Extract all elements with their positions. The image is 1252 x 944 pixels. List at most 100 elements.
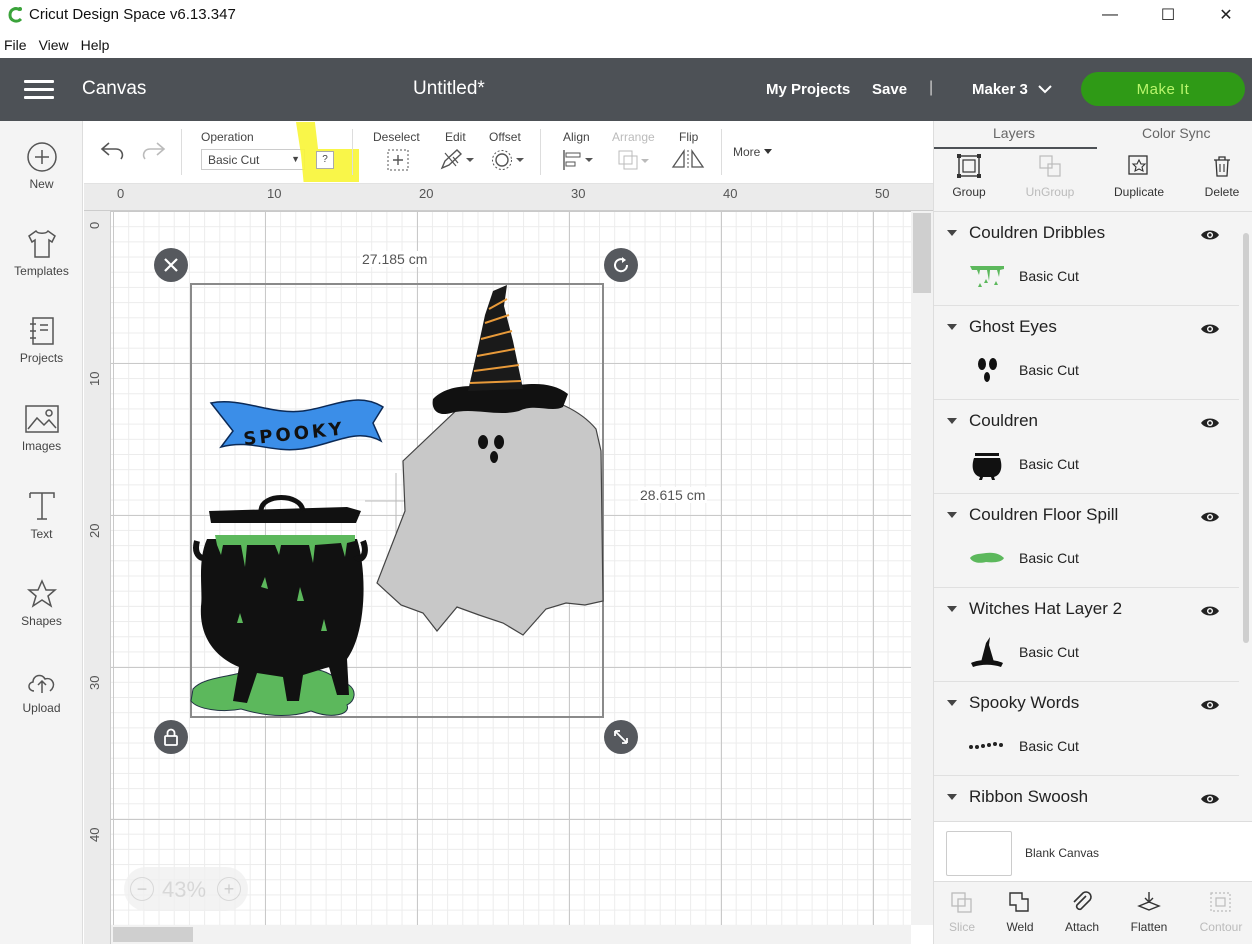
section-title: Canvas: [82, 78, 147, 99]
tab-layers[interactable]: Layers: [993, 125, 1035, 141]
save-button[interactable]: Save: [872, 81, 907, 98]
blank-canvas-row[interactable]: Blank Canvas: [934, 821, 1252, 881]
maximize-button[interactable]: ☐: [1138, 0, 1198, 30]
contour-button[interactable]: Contour: [1191, 890, 1251, 934]
slice-button[interactable]: Slice: [932, 890, 992, 934]
zoom-out-button[interactable]: −: [130, 877, 154, 901]
operation-value: Basic Cut: [208, 153, 260, 167]
couldren[interactable]: [193, 495, 368, 704]
sidebar-item-shapes[interactable]: Shapes: [0, 578, 83, 628]
ruler-tick-label: 30: [87, 675, 102, 690]
delete-button[interactable]: Delete: [1182, 153, 1252, 199]
tab-color-sync[interactable]: Color Sync: [1142, 125, 1210, 141]
machine-select[interactable]: Maker 3: [972, 81, 1028, 98]
eye-icon[interactable]: [1200, 792, 1220, 806]
layer-item[interactable]: Couldren Floor Spill Basic Cut: [934, 495, 1239, 588]
spooky-words-icon: [967, 728, 1007, 764]
weld-button[interactable]: Weld: [990, 890, 1050, 934]
sidebar-label-text: Text: [30, 527, 53, 541]
canvas-vertical-scrollbar[interactable]: [911, 211, 933, 925]
layer-operation: Basic Cut: [1019, 644, 1079, 660]
scrollbar-thumb[interactable]: [913, 213, 931, 293]
eye-icon[interactable]: [1200, 698, 1220, 712]
canvas-horizontal-scrollbar[interactable]: [111, 925, 911, 944]
ghost-eyes-icon: [967, 352, 1007, 388]
menu-view[interactable]: View: [36, 34, 72, 56]
offset-label: Offset: [489, 130, 521, 144]
caret-down-icon[interactable]: [763, 148, 773, 156]
more-button[interactable]: More: [733, 145, 760, 159]
redo-icon[interactable]: [139, 139, 167, 161]
collapse-triangle-icon[interactable]: [947, 606, 957, 612]
witches-hat[interactable]: [432, 285, 568, 415]
align-icon[interactable]: [561, 149, 595, 171]
edit-pencil-icon[interactable]: [439, 148, 475, 172]
couldren-floor-spill[interactable]: [190, 668, 355, 716]
eye-icon[interactable]: [1200, 510, 1220, 524]
collapse-triangle-icon[interactable]: [947, 700, 957, 706]
toolbar-divider: [352, 129, 353, 175]
flatten-icon: [1137, 892, 1161, 911]
arrange-icon[interactable]: [616, 148, 650, 172]
collapse-triangle-icon[interactable]: [947, 418, 957, 424]
undo-icon[interactable]: [99, 139, 127, 161]
layer-item[interactable]: Couldren Basic Cut: [934, 401, 1239, 494]
ungroup-button[interactable]: UnGroup: [1010, 153, 1090, 199]
menu-file[interactable]: File: [1, 34, 30, 56]
flatten-button[interactable]: Flatten: [1119, 890, 1179, 934]
layers-scrollbar[interactable]: [1239, 213, 1252, 821]
eye-icon[interactable]: [1200, 228, 1220, 242]
collapse-triangle-icon[interactable]: [947, 324, 957, 330]
zoom-in-button[interactable]: +: [217, 877, 241, 901]
close-window-button[interactable]: ✕: [1196, 0, 1252, 30]
layer-item[interactable]: Ribbon Swoosh: [934, 777, 1239, 821]
blank-canvas-swatch[interactable]: [946, 831, 1012, 876]
plus-circle-icon: [26, 142, 57, 172]
my-projects-button[interactable]: My Projects: [766, 81, 850, 98]
offset-icon[interactable]: [491, 149, 525, 171]
eye-icon[interactable]: [1200, 416, 1220, 430]
sidebar-item-templates[interactable]: Templates: [0, 228, 83, 278]
layer-item[interactable]: Witches Hat Layer 2 Basic Cut: [934, 589, 1239, 682]
group-button[interactable]: Group: [929, 153, 1009, 199]
image-icon: [24, 405, 59, 433]
deselect-icon[interactable]: [386, 149, 410, 171]
slice-icon: [951, 892, 972, 913]
sidebar-item-images[interactable]: Images: [0, 403, 83, 453]
collapse-triangle-icon[interactable]: [947, 794, 957, 800]
paperclip-icon: [1073, 891, 1092, 911]
scrollbar-thumb[interactable]: [1243, 233, 1249, 643]
eye-icon[interactable]: [1200, 604, 1220, 618]
zoom-level: 43%: [162, 877, 207, 902]
make-it-button[interactable]: Make It: [1081, 72, 1245, 106]
scrollbar-thumb[interactable]: [113, 927, 193, 942]
sidebar-item-new[interactable]: New: [0, 141, 83, 191]
layer-item[interactable]: Couldren Dribbles Basic Cut: [934, 213, 1239, 306]
chevron-down-icon[interactable]: [1038, 84, 1052, 94]
help-button[interactable]: ?: [316, 151, 334, 169]
collapse-triangle-icon[interactable]: [947, 230, 957, 236]
edit-label: Edit: [445, 130, 466, 144]
flip-label: Flip: [679, 130, 699, 144]
duplicate-button[interactable]: Duplicate: [1099, 153, 1179, 199]
caret-down-icon: ▼: [291, 154, 300, 164]
eye-icon[interactable]: [1200, 322, 1220, 336]
sidebar-item-upload[interactable]: Upload: [0, 667, 83, 715]
layer-item[interactable]: Ghost Eyes Basic Cut: [934, 307, 1239, 400]
sidebar-item-projects[interactable]: Projects: [0, 315, 83, 365]
menu-help[interactable]: Help: [78, 34, 113, 56]
flip-icon[interactable]: [671, 149, 707, 171]
group-label: Group: [952, 185, 986, 199]
ghost-body[interactable]: [376, 397, 604, 636]
collapse-triangle-icon[interactable]: [947, 512, 957, 518]
attach-button[interactable]: Attach: [1052, 890, 1112, 934]
design-canvas[interactable]: 27.185 cm 28.615 cm SPOOKY − 43% +: [111, 211, 911, 925]
minimize-button[interactable]: —: [1080, 0, 1140, 30]
hamburger-menu-icon[interactable]: [24, 80, 54, 100]
layer-operation: Basic Cut: [1019, 550, 1079, 566]
window-title: Cricut Design Space v6.13.347: [29, 6, 236, 23]
sidebar-item-text[interactable]: Text: [0, 489, 83, 541]
operation-select[interactable]: Basic Cut ▼: [201, 149, 305, 170]
toolbar-divider: [721, 129, 722, 175]
layer-item[interactable]: Spooky Words Basic Cut: [934, 683, 1239, 776]
